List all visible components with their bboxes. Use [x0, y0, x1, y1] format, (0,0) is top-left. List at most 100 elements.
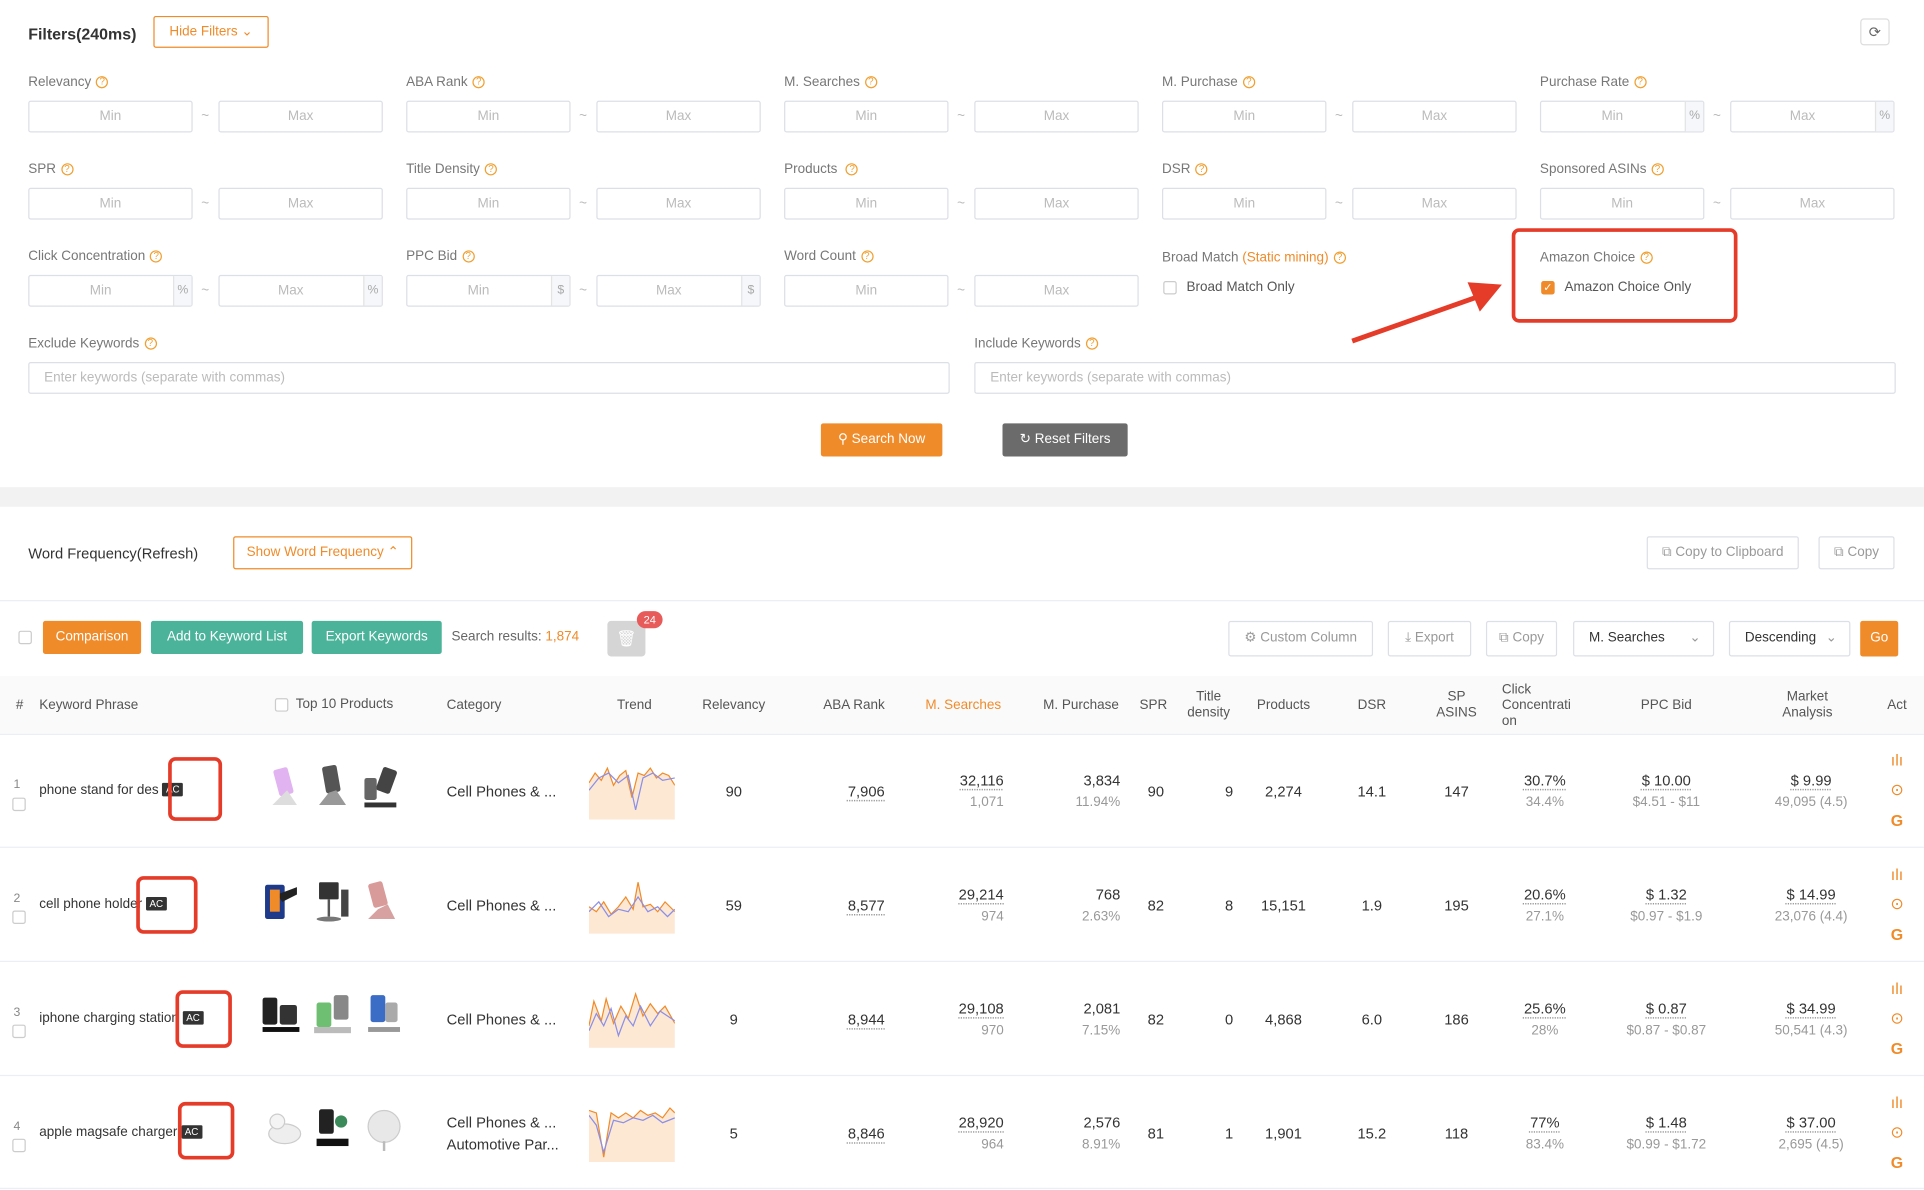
- exclude-keywords-input[interactable]: Enter keywords (separate with commas): [28, 361, 950, 394]
- product-thumbnail[interactable]: [312, 877, 354, 926]
- reset-filters-button[interactable]: ↻ Reset Filters: [1002, 423, 1128, 457]
- broad-match-only-checkbox[interactable]: [1163, 280, 1177, 295]
- product-thumbnail[interactable]: [363, 1104, 405, 1153]
- m-searches-min-input[interactable]: Min: [784, 100, 949, 133]
- word-count-min-input[interactable]: Min: [784, 274, 949, 307]
- export-button[interactable]: ⤓ Export: [1387, 620, 1472, 657]
- ppc-bid-max-input[interactable]: Max $: [596, 274, 761, 307]
- product-thumbnail[interactable]: [260, 990, 302, 1039]
- include-keywords-input[interactable]: Enter keywords (separate with commas): [974, 361, 1896, 394]
- trend-sparkline[interactable]: [588, 875, 675, 934]
- table-copy-button[interactable]: ⧉ Copy: [1485, 620, 1558, 657]
- market-price[interactable]: $ 14.99: [1762, 886, 1860, 903]
- copy-to-clipboard-button[interactable]: ⧉ Copy to Clipboard: [1646, 536, 1799, 570]
- click-concentration[interactable]: 20.6%: [1507, 886, 1583, 903]
- bar-chart-icon[interactable]: ılı: [1887, 751, 1907, 769]
- row-checkbox[interactable]: [12, 797, 26, 812]
- purchase-rate-max-input[interactable]: Max%: [1730, 100, 1895, 133]
- row-checkbox[interactable]: [12, 910, 26, 924]
- click-concentration[interactable]: 30.7%: [1507, 772, 1583, 789]
- click-concentration-min-input[interactable]: Min%: [28, 274, 193, 307]
- spr-min-input[interactable]: Min: [28, 187, 193, 220]
- word-count-max-input[interactable]: Max: [974, 274, 1139, 307]
- row-checkbox[interactable]: [12, 1024, 26, 1039]
- product-thumbnail[interactable]: [312, 763, 354, 812]
- google-icon[interactable]: G: [1887, 925, 1907, 943]
- col-m-searches[interactable]: M. Searches: [920, 698, 1006, 714]
- more-icon[interactable]: ⊙: [1887, 780, 1907, 800]
- m-searches-max-input[interactable]: Max: [974, 100, 1139, 133]
- col-ppc-bid[interactable]: PPC Bid: [1626, 698, 1707, 714]
- ppc-bid[interactable]: $ 0.87: [1617, 1000, 1715, 1017]
- bar-chart-icon[interactable]: ılı: [1887, 1093, 1907, 1111]
- dsr-min-input[interactable]: Min: [1162, 187, 1327, 220]
- product-thumbnail[interactable]: [260, 877, 302, 926]
- m-searches[interactable]: 29,108: [933, 1000, 1004, 1017]
- more-icon[interactable]: ⊙: [1887, 1123, 1907, 1143]
- m-searches[interactable]: 28,920: [933, 1114, 1004, 1131]
- col-click-concentration[interactable]: Click Concentrati on: [1502, 682, 1581, 730]
- more-icon[interactable]: ⊙: [1887, 895, 1907, 915]
- select-all-checkbox[interactable]: [18, 630, 32, 645]
- aba-rank[interactable]: 7,906: [814, 783, 920, 800]
- search-now-button[interactable]: ⚲ Search Now: [820, 423, 943, 457]
- product-thumbnail[interactable]: [361, 877, 403, 926]
- purchase-rate-min-input[interactable]: Min%: [1539, 100, 1705, 133]
- product-thumbnail[interactable]: [363, 990, 405, 1039]
- google-icon[interactable]: G: [1887, 811, 1907, 829]
- sort-order-select[interactable]: Descending ⌄: [1728, 620, 1851, 657]
- product-thumbnail[interactable]: [312, 990, 354, 1039]
- aba-rank-min-input[interactable]: Min: [406, 100, 571, 133]
- product-thumbnail[interactable]: [312, 1104, 354, 1153]
- product-thumbnail[interactable]: [265, 1104, 307, 1153]
- row-checkbox[interactable]: [12, 1138, 26, 1153]
- ppc-bid[interactable]: $ 1.48: [1617, 1114, 1715, 1131]
- trend-sparkline[interactable]: [588, 761, 675, 820]
- google-icon[interactable]: G: [1887, 1153, 1907, 1171]
- market-price[interactable]: $ 34.99: [1762, 1000, 1860, 1017]
- sponsored-asins-min-input[interactable]: Min: [1539, 187, 1705, 220]
- dsr-max-input[interactable]: Max: [1352, 187, 1517, 220]
- ppc-bid[interactable]: $ 10.00: [1617, 772, 1715, 789]
- trend-sparkline[interactable]: [588, 1103, 675, 1163]
- click-concentration[interactable]: 25.6%: [1507, 1000, 1583, 1017]
- m-searches[interactable]: 32,116: [933, 772, 1004, 789]
- copy-button[interactable]: ⧉ Copy: [1818, 536, 1895, 570]
- col-sp-asins[interactable]: SP ASINS: [1430, 690, 1484, 722]
- show-word-frequency-button[interactable]: Show Word Frequency ⌃: [233, 536, 413, 570]
- products-max-input[interactable]: Max: [974, 187, 1139, 220]
- google-icon[interactable]: G: [1887, 1039, 1907, 1057]
- title-density-min-input[interactable]: Min: [406, 187, 571, 220]
- click-concentration[interactable]: 77%: [1507, 1114, 1583, 1131]
- top10-checkbox[interactable]: [274, 698, 289, 712]
- col-m-purchase[interactable]: M. Purchase: [1037, 698, 1125, 714]
- relevancy-max-input[interactable]: Max: [218, 100, 383, 133]
- keyword-phrase[interactable]: phone stand for des AC: [39, 782, 184, 798]
- custom-column-button[interactable]: ⚙ Custom Column: [1228, 620, 1374, 657]
- m-purchase-max-input[interactable]: Max: [1352, 100, 1517, 133]
- col-aba-rank[interactable]: ABA Rank: [814, 698, 895, 714]
- bar-chart-icon[interactable]: ılı: [1887, 979, 1907, 997]
- trend-sparkline[interactable]: [588, 989, 675, 1048]
- click-concentration-max-input[interactable]: Max%: [218, 274, 383, 307]
- market-price[interactable]: $ 37.00: [1762, 1114, 1860, 1131]
- ppc-bid-min-input[interactable]: Min $: [406, 274, 571, 307]
- hide-filters-button[interactable]: Hide Filters ⌄: [153, 15, 269, 48]
- product-thumbnail[interactable]: [265, 763, 307, 812]
- m-purchase-min-input[interactable]: Min: [1162, 100, 1327, 133]
- col-dsr[interactable]: DSR: [1347, 698, 1396, 714]
- aba-rank[interactable]: 8,577: [814, 897, 920, 914]
- bar-chart-icon[interactable]: ılı: [1887, 865, 1907, 883]
- market-price[interactable]: $ 9.99: [1762, 772, 1860, 789]
- spr-max-input[interactable]: Max: [218, 187, 383, 220]
- col-spr[interactable]: SPR: [1135, 698, 1172, 714]
- sponsored-asins-max-input[interactable]: Max: [1730, 187, 1895, 220]
- col-title-density[interactable]: Title density: [1178, 690, 1239, 722]
- refresh-icon[interactable]: ⟳: [1860, 18, 1890, 46]
- export-keywords-button[interactable]: Export Keywords: [311, 620, 442, 655]
- products-min-input[interactable]: Min: [784, 187, 949, 220]
- col-products[interactable]: Products: [1247, 698, 1321, 714]
- more-icon[interactable]: ⊙: [1887, 1009, 1907, 1029]
- aba-rank[interactable]: 8,944: [814, 1011, 920, 1028]
- product-thumbnail[interactable]: [360, 763, 402, 812]
